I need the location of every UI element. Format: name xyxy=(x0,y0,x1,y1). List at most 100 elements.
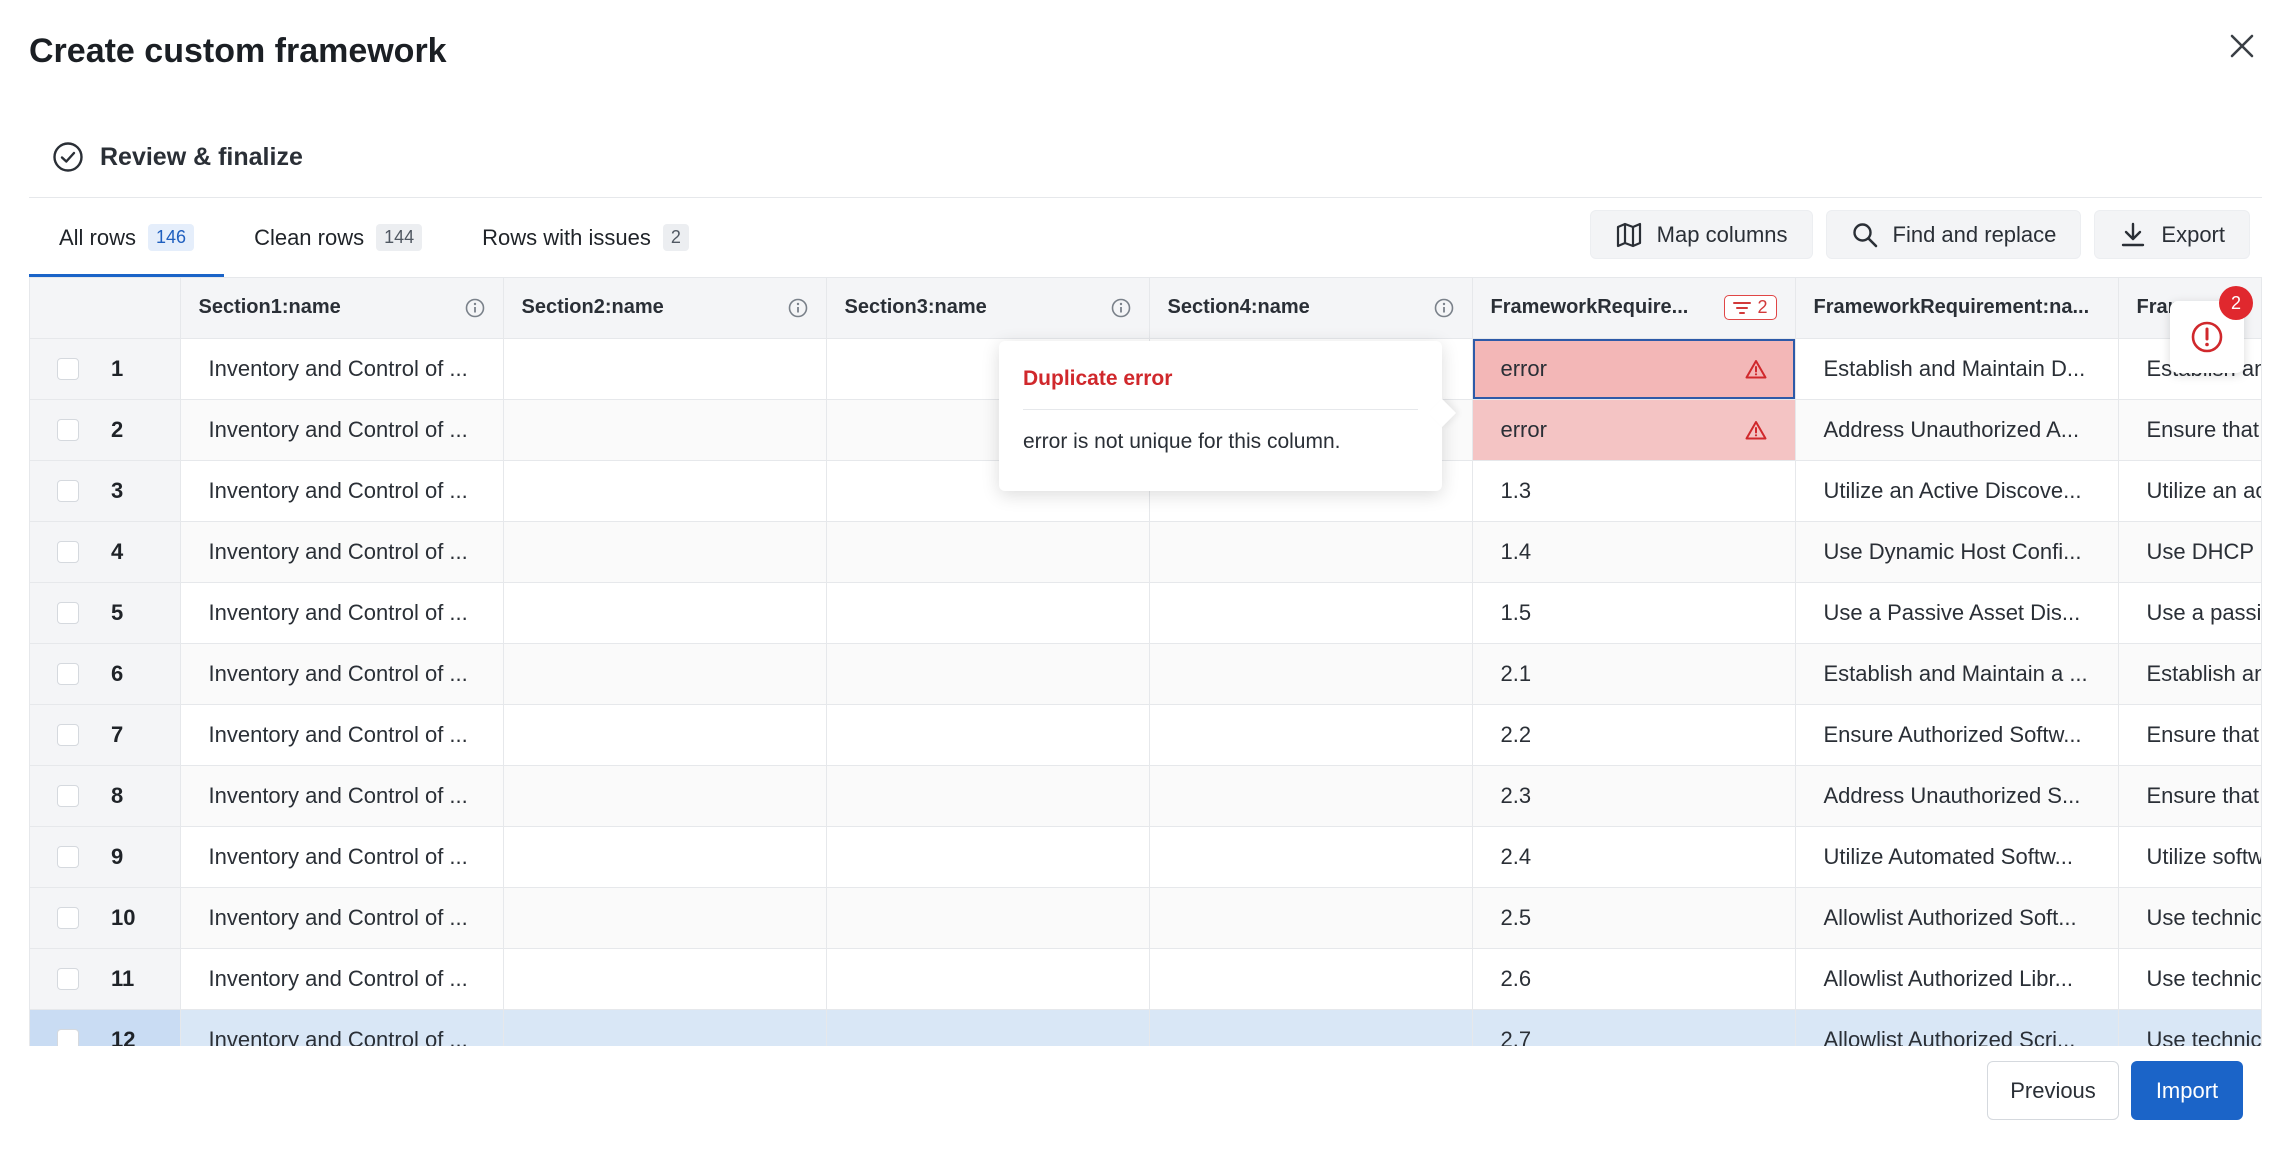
cell-framework-requirement-id[interactable]: 1.3 xyxy=(1472,460,1796,522)
cell-framework-requirement-id-error[interactable]: error xyxy=(1472,338,1796,400)
export-button[interactable]: Export xyxy=(2094,210,2250,259)
table-row[interactable]: 11 Inventory and Control of ... 2.6 Allowli… xyxy=(30,948,2261,1010)
row-checkbox[interactable] xyxy=(57,662,79,685)
cell-section1[interactable]: Inventory and Control of ... xyxy=(180,460,504,522)
cell-section2[interactable] xyxy=(503,1009,827,1046)
import-button[interactable]: Import xyxy=(2131,1061,2243,1120)
cell-section1[interactable]: Inventory and Control of ... xyxy=(180,887,504,949)
column-header-framework-requirement-name[interactable]: FrameworkRequirement:na... xyxy=(1795,278,2119,339)
cell-framework-requirement-id[interactable]: 2.5 xyxy=(1472,887,1796,949)
cell-section3[interactable] xyxy=(826,521,1150,583)
cell-framework-partial[interactable]: Utilize an ac xyxy=(2118,460,2261,522)
cell-section4[interactable] xyxy=(1149,887,1473,949)
cell-section4[interactable] xyxy=(1149,704,1473,766)
cell-section3[interactable] xyxy=(826,765,1150,827)
table-row[interactable]: 12 Inventory and Control of ... 2.7 Allowli… xyxy=(30,1009,2261,1046)
cell-section2[interactable] xyxy=(503,460,827,522)
row-checkbox[interactable] xyxy=(57,479,79,502)
cell-section4[interactable] xyxy=(1149,643,1473,705)
table-row[interactable]: 7 Inventory and Control of ... 2.2 Ensure A… xyxy=(30,704,2261,766)
cell-framework-partial[interactable]: Ensure that xyxy=(2118,704,2261,766)
table-row[interactable]: 5 Inventory and Control of ... 1.5 Use a Pa… xyxy=(30,582,2261,644)
cell-framework-partial[interactable]: Establish an xyxy=(2118,643,2261,705)
cell-section1[interactable]: Inventory and Control of ... xyxy=(180,1009,504,1046)
cell-framework-requirement-name[interactable]: Establish and Maintain a ... xyxy=(1795,643,2119,705)
cell-section1[interactable]: Inventory and Control of ... xyxy=(180,826,504,888)
cell-framework-requirement-name[interactable]: Utilize an Active Discove... xyxy=(1795,460,2119,522)
row-checkbox[interactable] xyxy=(57,906,79,929)
cell-framework-partial[interactable]: Use technic xyxy=(2118,948,2261,1010)
cell-section1[interactable]: Inventory and Control of ... xyxy=(180,643,504,705)
cell-framework-requirement-id-error[interactable]: error xyxy=(1472,399,1796,461)
row-checkbox[interactable] xyxy=(57,357,79,380)
cell-framework-requirement-name[interactable]: Allowlist Authorized Libr... xyxy=(1795,948,2119,1010)
cell-framework-partial[interactable]: Utilize softw xyxy=(2118,826,2261,888)
cell-framework-requirement-name[interactable]: Allowlist Authorized Scri... xyxy=(1795,1009,2119,1046)
map-columns-button[interactable]: Map columns xyxy=(1589,210,1813,259)
cell-section4[interactable] xyxy=(1149,1009,1473,1046)
cell-framework-partial[interactable]: Ensure that xyxy=(2118,399,2261,461)
cell-section2[interactable] xyxy=(503,521,827,583)
close-button[interactable] xyxy=(2222,26,2262,66)
cell-framework-requirement-id[interactable]: 2.1 xyxy=(1472,643,1796,705)
cell-framework-requirement-name[interactable]: Establish and Maintain D... xyxy=(1795,338,2119,400)
row-checkbox[interactable] xyxy=(57,845,79,868)
cell-section2[interactable] xyxy=(503,704,827,766)
cell-section1[interactable]: Inventory and Control of ... xyxy=(180,582,504,644)
tab-all-rows[interactable]: All rows 146 xyxy=(29,198,225,277)
cell-section2[interactable] xyxy=(503,826,827,888)
cell-section3[interactable] xyxy=(826,582,1150,644)
cell-framework-partial[interactable]: Use technic xyxy=(2118,1009,2261,1046)
cell-section4[interactable] xyxy=(1149,826,1473,888)
column-header-section3[interactable]: Section3:name xyxy=(826,278,1150,339)
cell-framework-requirement-name[interactable]: Allowlist Authorized Soft... xyxy=(1795,887,2119,949)
column-header-section2[interactable]: Section2:name xyxy=(503,278,827,339)
cell-section3[interactable] xyxy=(826,704,1150,766)
cell-section1[interactable]: Inventory and Control of ... xyxy=(180,765,504,827)
table-row[interactable]: 6 Inventory and Control of ... 2.1 Establis… xyxy=(30,643,2261,705)
cell-framework-requirement-id[interactable]: 1.4 xyxy=(1472,521,1796,583)
cell-section3[interactable] xyxy=(826,948,1150,1010)
cell-framework-requirement-name[interactable]: Use Dynamic Host Confi... xyxy=(1795,521,2119,583)
tab-clean-rows[interactable]: Clean rows 144 xyxy=(224,198,452,277)
row-checkbox[interactable] xyxy=(57,418,79,441)
table-row[interactable]: 9 Inventory and Control of ... 2.4 Utilize … xyxy=(30,826,2261,888)
cell-framework-partial[interactable]: Ensure that xyxy=(2118,765,2261,827)
table-row[interactable]: 10 Inventory and Control of ... 2.5 Allowli… xyxy=(30,887,2261,949)
cell-section2[interactable] xyxy=(503,887,827,949)
cell-framework-requirement-name[interactable]: Address Unauthorized S... xyxy=(1795,765,2119,827)
row-checkbox[interactable] xyxy=(57,723,79,746)
tab-rows-with-issues[interactable]: Rows with issues 2 xyxy=(452,198,719,277)
cell-framework-requirement-id[interactable]: 2.6 xyxy=(1472,948,1796,1010)
cell-section4[interactable] xyxy=(1149,521,1473,583)
cell-section1[interactable]: Inventory and Control of ... xyxy=(180,521,504,583)
cell-section1[interactable]: Inventory and Control of ... xyxy=(180,399,504,461)
cell-section4[interactable] xyxy=(1149,765,1473,827)
previous-button[interactable]: Previous xyxy=(1987,1061,2119,1120)
cell-framework-partial[interactable]: Use technic xyxy=(2118,887,2261,949)
cell-framework-requirement-name[interactable]: Address Unauthorized A... xyxy=(1795,399,2119,461)
cell-section4[interactable] xyxy=(1149,582,1473,644)
cell-section2[interactable] xyxy=(503,948,827,1010)
cell-section1[interactable]: Inventory and Control of ... xyxy=(180,704,504,766)
info-icon[interactable] xyxy=(465,298,485,318)
info-icon[interactable] xyxy=(788,298,808,318)
cell-section1[interactable]: Inventory and Control of ... xyxy=(180,948,504,1010)
info-icon[interactable] xyxy=(1434,298,1454,318)
cell-section3[interactable] xyxy=(826,643,1150,705)
cell-section2[interactable] xyxy=(503,582,827,644)
cell-framework-partial[interactable]: Use DHCP lo xyxy=(2118,521,2261,583)
cell-section3[interactable] xyxy=(826,1009,1150,1046)
cell-section4[interactable] xyxy=(1149,948,1473,1010)
find-replace-button[interactable]: Find and replace xyxy=(1825,210,2082,259)
error-filter-button[interactable]: 2 xyxy=(1724,295,1777,321)
cell-framework-partial[interactable]: Use a passiv xyxy=(2118,582,2261,644)
column-header-section1[interactable]: Section1:name xyxy=(180,278,504,339)
cell-section2[interactable] xyxy=(503,338,827,400)
row-checkbox[interactable] xyxy=(57,967,79,990)
column-header-framework-requirement-id[interactable]: FrameworkRequire... 2 xyxy=(1472,278,1796,339)
table-row[interactable]: 8 Inventory and Control of ... 2.3 Address … xyxy=(30,765,2261,827)
cell-section2[interactable] xyxy=(503,399,827,461)
cell-framework-requirement-id[interactable]: 2.3 xyxy=(1472,765,1796,827)
cell-framework-requirement-name[interactable]: Ensure Authorized Softw... xyxy=(1795,704,2119,766)
